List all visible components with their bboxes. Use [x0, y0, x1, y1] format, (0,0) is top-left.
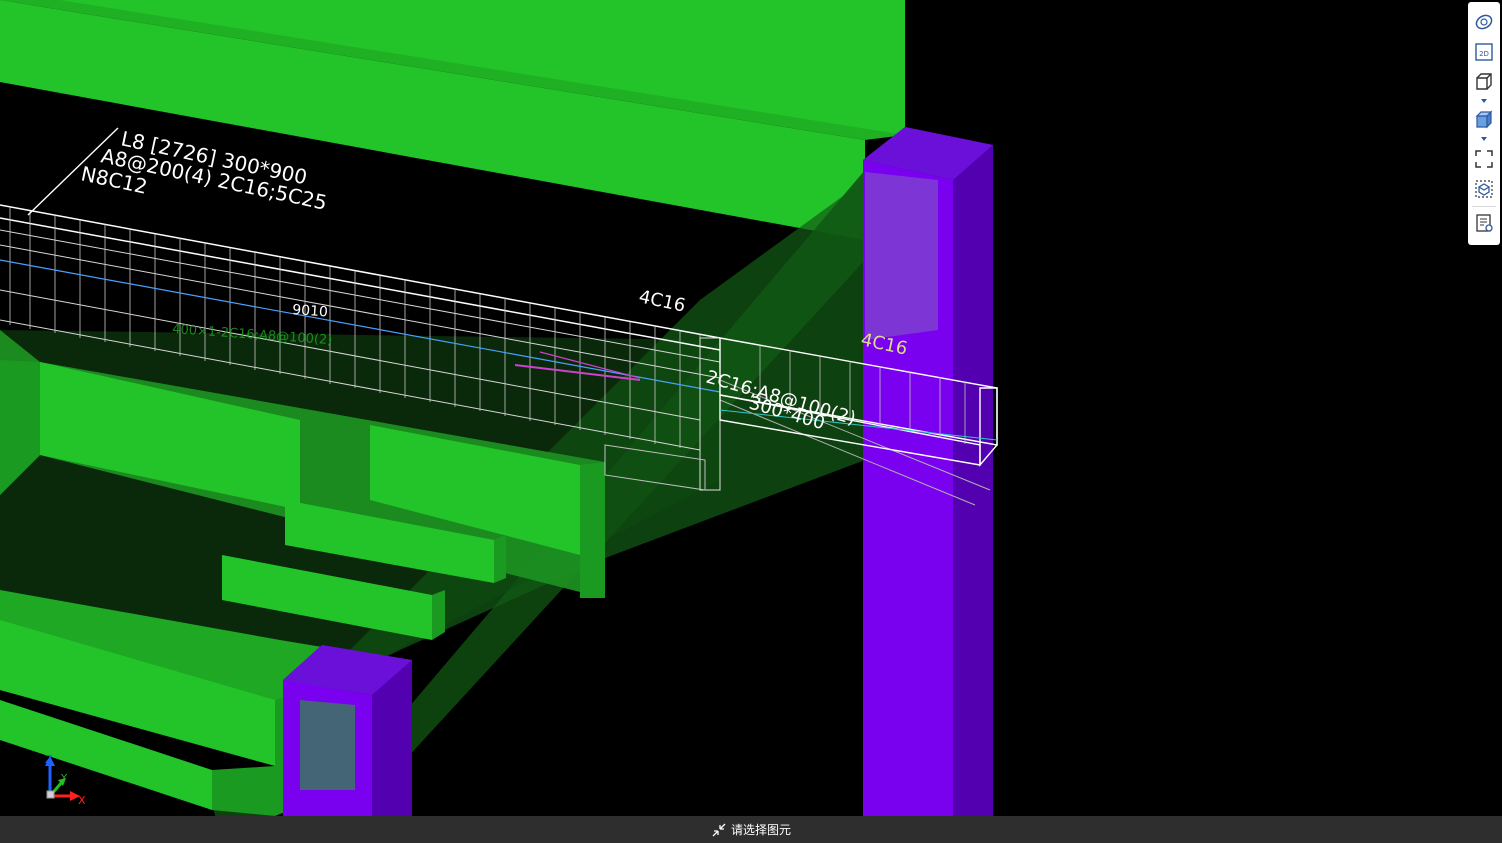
svg-text:2D: 2D [1479, 50, 1489, 58]
z-axis-label: Z [45, 753, 53, 766]
component-view-icon[interactable] [1474, 179, 1494, 199]
orbit-icon[interactable] [1474, 12, 1494, 32]
faded-label-line1: 9010 [292, 302, 329, 320]
status-message: 请选择图元 [730, 823, 791, 837]
x-axis-label: X [78, 794, 86, 807]
3d-view-icon[interactable] [1474, 72, 1494, 92]
toolbar-divider [1472, 206, 1496, 207]
collapse-arrows-icon [712, 823, 726, 836]
properties-list-icon[interactable] [1474, 213, 1494, 233]
shaded-mode-dropdown-caret[interactable] [1481, 137, 1487, 141]
3d-viewport[interactable]: L8 [2726] 300*900 A8@200(4) 2C16;5C25 N8… [0, 0, 1502, 843]
y-axis-label: Y [60, 773, 68, 784]
shaded-mode-icon[interactable] [1474, 110, 1494, 130]
2d-view-icon[interactable]: 2D [1474, 42, 1494, 62]
3d-view-dropdown-caret[interactable] [1481, 99, 1487, 103]
column-right [863, 127, 993, 816]
fullscreen-icon[interactable] [1474, 149, 1494, 169]
axis-gizmo: Z Y X [38, 752, 98, 812]
status-bar: 请选择图元 [0, 816, 1502, 843]
view-toolbar: 2D [1468, 2, 1500, 245]
column-left [283, 645, 412, 816]
